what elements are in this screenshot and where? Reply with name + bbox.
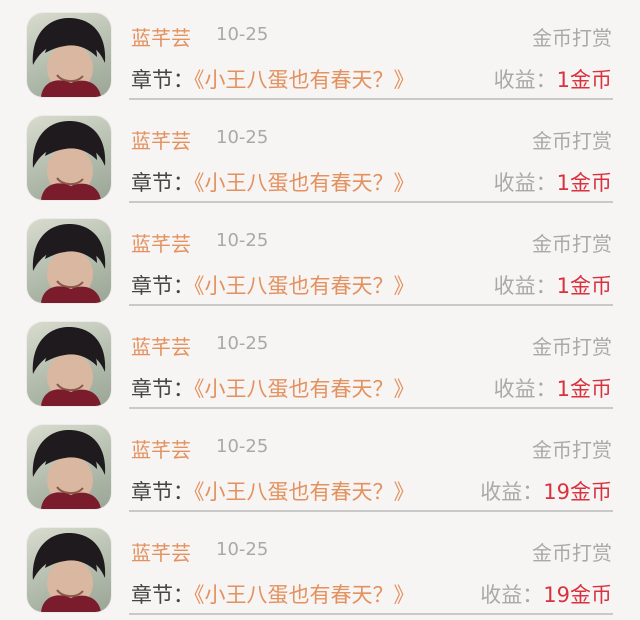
earnings-value: 19金币 bbox=[543, 480, 612, 504]
earnings-value: 1金币 bbox=[556, 274, 612, 298]
earnings-label: 收益： bbox=[493, 274, 557, 298]
earnings-label: 收益： bbox=[493, 171, 557, 195]
chapter-row: 章节：《小王八蛋也有春天？》 bbox=[131, 373, 415, 403]
chapter-title-link[interactable]: 《小王八蛋也有春天？》 bbox=[194, 480, 415, 504]
avatar[interactable] bbox=[27, 425, 111, 509]
list-item[interactable]: 蓝芊芸 10-25 金币打赏 章节：《小王八蛋也有春天？》 收益：1金币 bbox=[0, 0, 640, 103]
earnings: 收益：19金币 bbox=[480, 476, 612, 506]
divider bbox=[129, 510, 613, 512]
reward-type: 金币打赏 bbox=[532, 129, 612, 153]
chapter-label: 章节： bbox=[131, 583, 194, 607]
earnings: 收益：1金币 bbox=[494, 64, 612, 94]
chapter-label: 章节： bbox=[131, 274, 194, 298]
earnings-label: 收益： bbox=[493, 68, 557, 92]
reward-date: 10-25 bbox=[216, 333, 269, 354]
reward-type: 金币打赏 bbox=[532, 438, 612, 462]
earnings: 收益：1金币 bbox=[494, 270, 612, 300]
chapter-label: 章节： bbox=[131, 171, 194, 195]
earnings-label: 收益： bbox=[493, 377, 557, 401]
earnings-label: 收益： bbox=[480, 583, 544, 607]
chapter-row: 章节：《小王八蛋也有春天？》 bbox=[131, 579, 415, 609]
avatar[interactable] bbox=[27, 528, 111, 612]
avatar[interactable] bbox=[27, 219, 111, 303]
earnings-label: 收益： bbox=[480, 480, 544, 504]
reward-date: 10-25 bbox=[216, 230, 269, 251]
list-item[interactable]: 蓝芊芸 10-25 金币打赏 章节：《小王八蛋也有春天？》 收益：1金币 bbox=[0, 206, 640, 309]
reward-type: 金币打赏 bbox=[532, 335, 612, 359]
earnings: 收益：1金币 bbox=[494, 167, 612, 197]
user-name[interactable]: 蓝芊芸 bbox=[131, 125, 191, 154]
divider bbox=[129, 407, 613, 409]
chapter-row: 章节：《小王八蛋也有春天？》 bbox=[131, 64, 415, 94]
list-item[interactable]: 蓝芊芸 10-25 金币打赏 章节：《小王八蛋也有春天？》 收益：1金币 bbox=[0, 103, 640, 206]
chapter-label: 章节： bbox=[131, 480, 194, 504]
divider bbox=[129, 98, 613, 100]
chapter-title-link[interactable]: 《小王八蛋也有春天？》 bbox=[194, 274, 415, 298]
list-item[interactable]: 蓝芊芸 10-25 金币打赏 章节：《小王八蛋也有春天？》 收益：19金币 bbox=[0, 515, 640, 618]
avatar[interactable] bbox=[27, 322, 111, 406]
chapter-row: 章节：《小王八蛋也有春天？》 bbox=[131, 167, 415, 197]
user-name[interactable]: 蓝芊芸 bbox=[131, 537, 191, 566]
divider bbox=[129, 304, 613, 306]
chapter-title-link[interactable]: 《小王八蛋也有春天？》 bbox=[194, 377, 415, 401]
list-item[interactable]: 蓝芊芸 10-25 金币打赏 章节：《小王八蛋也有春天？》 收益：19金币 bbox=[0, 412, 640, 515]
user-name[interactable]: 蓝芊芸 bbox=[131, 434, 191, 463]
chapter-row: 章节：《小王八蛋也有春天？》 bbox=[131, 270, 415, 300]
earnings-value: 1金币 bbox=[556, 68, 612, 92]
user-name[interactable]: 蓝芊芸 bbox=[131, 22, 191, 51]
chapter-row: 章节：《小王八蛋也有春天？》 bbox=[131, 476, 415, 506]
reward-list: 蓝芊芸 10-25 金币打赏 章节：《小王八蛋也有春天？》 收益：1金币 蓝芊芸… bbox=[0, 0, 640, 620]
user-name[interactable]: 蓝芊芸 bbox=[131, 228, 191, 257]
earnings-value: 19金币 bbox=[543, 583, 612, 607]
chapter-title-link[interactable]: 《小王八蛋也有春天？》 bbox=[194, 583, 415, 607]
reward-date: 10-25 bbox=[216, 127, 269, 148]
avatar[interactable] bbox=[27, 13, 111, 97]
reward-date: 10-25 bbox=[216, 539, 269, 560]
reward-type: 金币打赏 bbox=[532, 541, 612, 565]
avatar[interactable] bbox=[27, 116, 111, 200]
earnings: 收益：1金币 bbox=[494, 373, 612, 403]
chapter-title-link[interactable]: 《小王八蛋也有春天？》 bbox=[194, 171, 415, 195]
earnings-value: 1金币 bbox=[556, 377, 612, 401]
earnings: 收益：19金币 bbox=[480, 579, 612, 609]
reward-date: 10-25 bbox=[216, 436, 269, 457]
divider bbox=[129, 201, 613, 203]
user-name[interactable]: 蓝芊芸 bbox=[131, 331, 191, 360]
chapter-title-link[interactable]: 《小王八蛋也有春天？》 bbox=[194, 68, 415, 92]
chapter-label: 章节： bbox=[131, 377, 194, 401]
list-item[interactable]: 蓝芊芸 10-25 金币打赏 章节：《小王八蛋也有春天？》 收益：1金币 bbox=[0, 309, 640, 412]
divider bbox=[129, 613, 613, 615]
reward-type: 金币打赏 bbox=[532, 26, 612, 50]
reward-date: 10-25 bbox=[216, 24, 269, 45]
earnings-value: 1金币 bbox=[556, 171, 612, 195]
reward-type: 金币打赏 bbox=[532, 232, 612, 256]
chapter-label: 章节： bbox=[131, 68, 194, 92]
